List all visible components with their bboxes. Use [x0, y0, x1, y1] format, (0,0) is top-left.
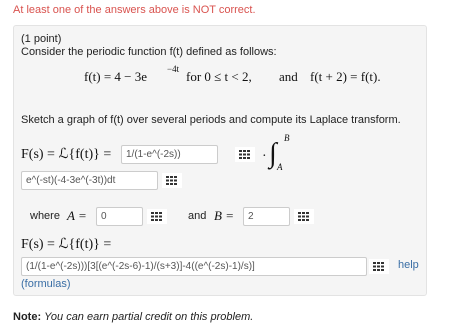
problem-panel: (1 point) Consider the periodic function… — [13, 25, 427, 296]
and-label: and — [188, 210, 207, 222]
a-label: A = — [67, 208, 87, 223]
integral-upper: B — [284, 133, 290, 143]
partial-credit-note: Note: You can earn partial credit on thi… — [13, 311, 253, 323]
formulas-link[interactable]: (formulas) — [21, 278, 71, 290]
task-text: Sketch a graph of f(t) over several peri… — [21, 114, 401, 126]
integral-sign: ∫ — [269, 138, 277, 169]
note-text: You can earn partial credit on this prob… — [44, 311, 254, 323]
factor-input[interactable]: 1/(1-e^(-2s)) — [121, 145, 218, 164]
definition-condition: for 0 ≤ t < 2, — [186, 69, 252, 84]
definition-exponent: −4t — [167, 64, 180, 74]
definition-lhs: f(t) = 4 − 3e — [84, 69, 148, 84]
keypad-icon[interactable] — [162, 173, 182, 188]
definition-periodic: f(t + 2) = f(t). — [310, 69, 381, 84]
laplace-input[interactable]: (1/(1-e^(-2s)))[3[(e^(-2s-6)-1)/(s+3)]-4… — [21, 257, 367, 276]
where-label: where — [30, 210, 60, 222]
b-input[interactable]: 2 — [243, 207, 290, 226]
answer1-label: F(s) = ℒ{f(t)} = — [21, 147, 112, 162]
integral-lower: A — [277, 162, 283, 172]
problem-intro: Consider the periodic function f(t) defi… — [21, 46, 277, 58]
keypad-icon[interactable] — [235, 147, 255, 162]
integrand-input[interactable]: e^(-st)(-4-3e^(-3t))dt — [21, 171, 158, 190]
points-label: (1 point) — [21, 33, 62, 45]
dot-operator: · — [262, 149, 267, 164]
keypad-icon[interactable] — [294, 209, 314, 224]
b-label: B = — [214, 208, 234, 223]
error-message: At least one of the answers above is NOT… — [13, 4, 256, 16]
answer2-label: F(s) = ℒ{f(t)} = — [21, 237, 112, 252]
definition-and: and — [279, 69, 298, 84]
help-link[interactable]: help — [398, 259, 419, 271]
keypad-icon[interactable] — [369, 259, 389, 274]
keypad-icon[interactable] — [147, 209, 167, 224]
a-input[interactable]: 0 — [96, 207, 143, 226]
note-label: Note: — [13, 311, 42, 323]
